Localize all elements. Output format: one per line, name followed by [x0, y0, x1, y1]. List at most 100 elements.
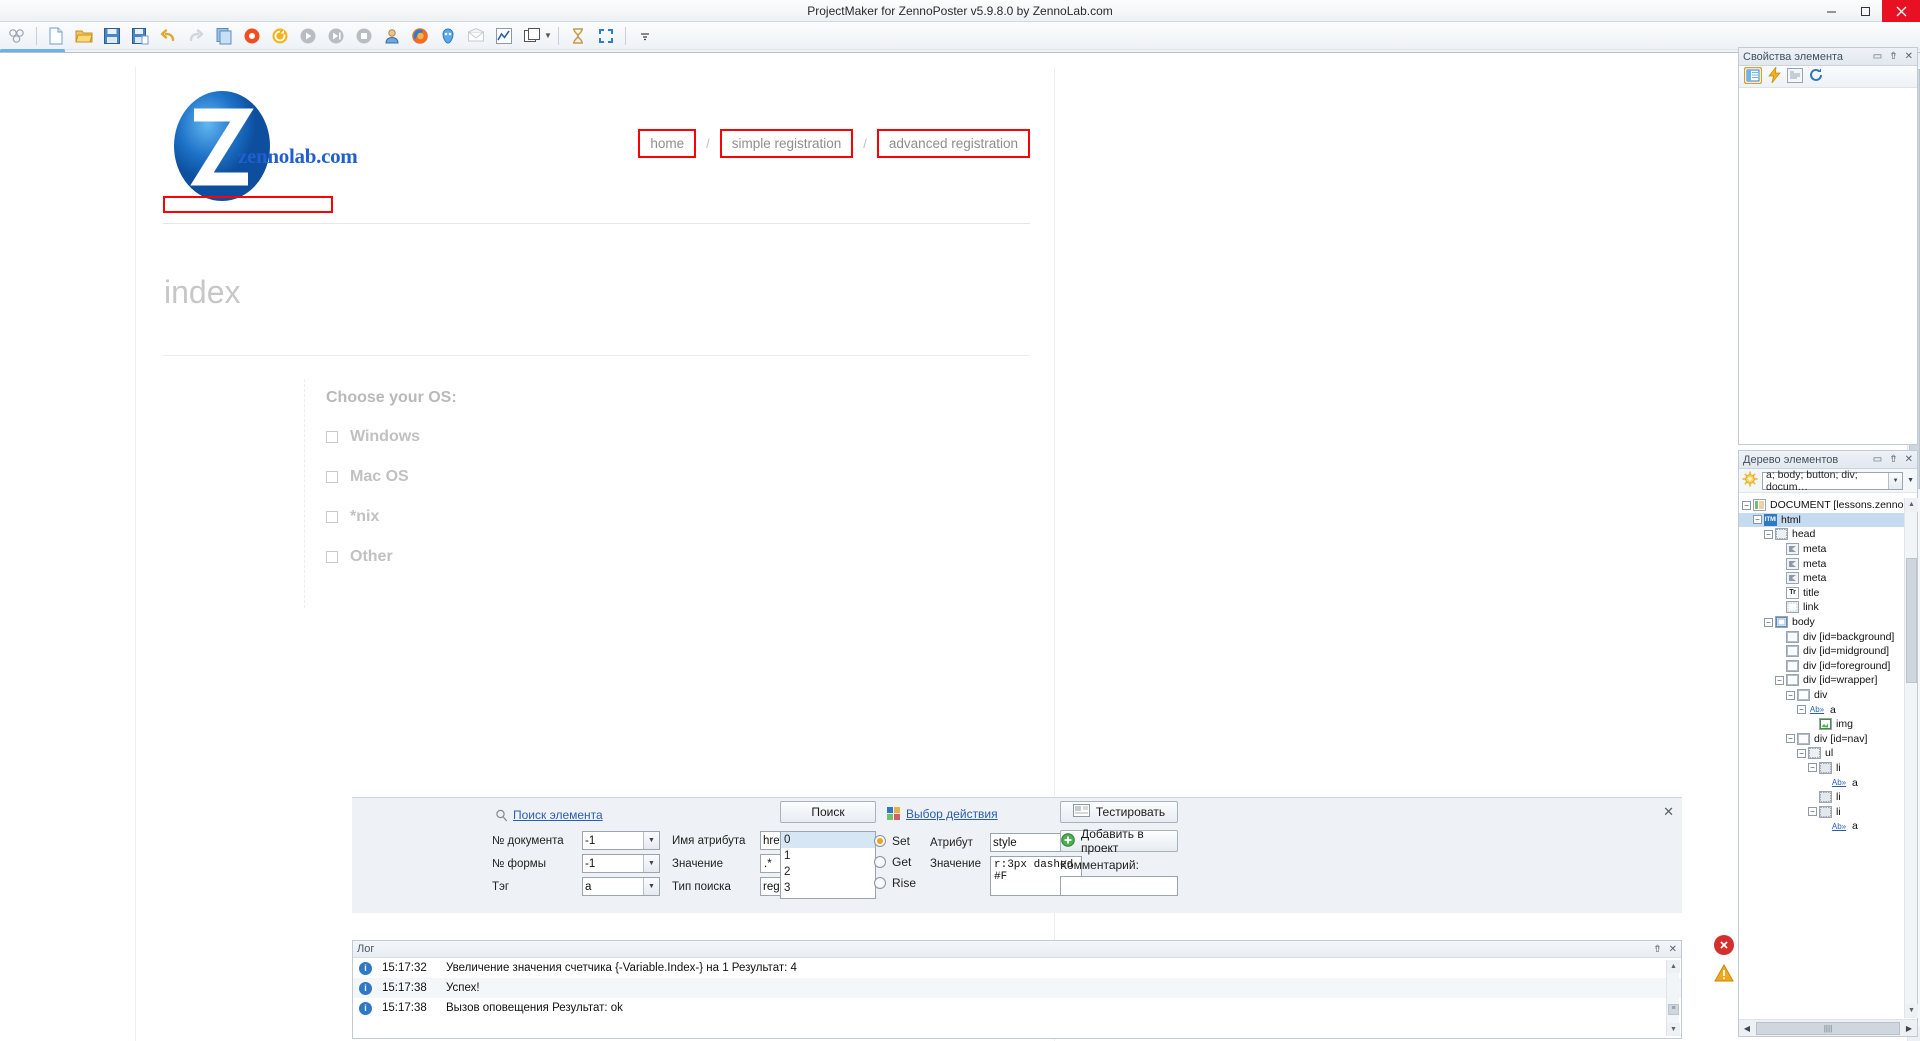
tree-expander-icon[interactable]: − [1764, 529, 1773, 539]
tree-node[interactable]: − div [1739, 688, 1917, 703]
tree-node[interactable]: − Ab» a [1739, 702, 1917, 717]
scroll-left-icon[interactable]: ◀ [1739, 1024, 1755, 1033]
nav-link-advanced-registration[interactable]: advanced registration [876, 129, 1030, 158]
nav-link-simple-registration[interactable]: simple registration [719, 129, 854, 158]
scroll-up-icon[interactable]: ▲ [1667, 960, 1680, 973]
redo-icon[interactable] [183, 24, 209, 48]
open-project-icon[interactable] [71, 24, 97, 48]
hourglass-icon[interactable] [565, 24, 591, 48]
chevron-down-icon[interactable]: ▼ [643, 855, 659, 872]
warning-badge[interactable] [1714, 963, 1734, 983]
tree-expander-icon[interactable]: − [1808, 763, 1817, 773]
zenno-logo-icon[interactable] [4, 24, 30, 48]
gear-icon[interactable] [1742, 471, 1758, 490]
os-option-other[interactable]: Other [326, 548, 457, 566]
firefox-icon[interactable] [407, 24, 433, 48]
restore-icon[interactable]: ▭ [1873, 454, 1882, 465]
element-tree-nodes[interactable]: −DOCUMENT [lessons.zennolab.com−HTMLhtml… [1739, 498, 1917, 1018]
checkbox-other[interactable] [326, 551, 338, 563]
restore-icon[interactable]: ▭ [1873, 51, 1882, 62]
mode-set[interactable]: Set [874, 834, 916, 848]
scroll-down-icon[interactable]: ▼ [1667, 1023, 1680, 1036]
tree-node[interactable]: Tr title [1739, 586, 1917, 601]
close-icon[interactable]: ✕ [1663, 804, 1674, 820]
mail-icon[interactable] [463, 24, 489, 48]
tree-expander-icon[interactable]: − [1786, 734, 1795, 744]
tree-node[interactable]: div [id=foreground] [1739, 659, 1917, 674]
scroll-thumb[interactable] [1906, 558, 1917, 683]
log-row[interactable]: i 15:17:32 Увеличение значения счетчика … [353, 958, 1681, 978]
pin-icon[interactable]: ⇮ [1889, 51, 1897, 62]
windows-icon[interactable] [519, 24, 545, 48]
play-icon[interactable] [295, 24, 321, 48]
pin-icon[interactable]: ⇮ [1653, 944, 1661, 955]
checkbox-windows[interactable] [326, 431, 338, 443]
restart-icon[interactable] [267, 24, 293, 48]
overflow-icon[interactable] [632, 24, 658, 48]
chevron-down-icon[interactable]: ▼ [1888, 472, 1903, 489]
log-vertical-scrollbar[interactable]: ▲ ▼ ≡ [1666, 960, 1680, 1036]
save-icon[interactable] [99, 24, 125, 48]
source-icon[interactable] [1787, 67, 1803, 86]
fullscreen-icon[interactable] [593, 24, 619, 48]
nav-link-home[interactable]: home [638, 129, 697, 158]
maximize-button[interactable] [1848, 0, 1882, 22]
tree-node[interactable]: img [1739, 717, 1917, 732]
tree-node[interactable]: Ab» a [1739, 819, 1917, 834]
scroll-thumb[interactable]: |||| [1756, 1021, 1900, 1035]
find-element-link[interactable]: Поиск элемента [495, 808, 603, 822]
scroll-thumb[interactable]: ≡ [1668, 1004, 1679, 1015]
comment-input[interactable] [1060, 876, 1178, 896]
tree-node[interactable]: − div [id=nav] [1739, 732, 1917, 747]
tree-node[interactable]: − div [id=wrapper] [1739, 673, 1917, 688]
copy-icon[interactable] [211, 24, 237, 48]
tree-expander-icon[interactable]: − [1797, 748, 1806, 758]
record-icon[interactable] [239, 24, 265, 48]
radio-get[interactable] [874, 856, 886, 868]
log-row[interactable]: i 15:17:38 Вызов оповещения Результат: o… [353, 998, 1681, 1018]
tree-node[interactable]: − DOCUMENT [lessons.zennolab.com [1739, 498, 1917, 513]
chevron-down-icon[interactable]: ▼ [643, 878, 659, 895]
tree-node[interactable]: div [id=midground] [1739, 644, 1917, 659]
refresh-icon[interactable] [1808, 67, 1824, 86]
chevron-down-icon[interactable]: ▼ [643, 832, 659, 849]
tree-node[interactable]: li [1739, 790, 1917, 805]
tree-node[interactable]: div [id=background] [1739, 629, 1917, 644]
tree-vertical-scrollbar[interactable]: ▲ ▼ [1904, 498, 1918, 1018]
os-option-macos[interactable]: Mac OS [326, 468, 457, 486]
tree-expander-icon[interactable]: − [1808, 807, 1817, 817]
tree-node[interactable]: link [1739, 600, 1917, 615]
tree-node[interactable]: − ul [1739, 746, 1917, 761]
mode-rise[interactable]: Rise [874, 876, 916, 890]
new-project-icon[interactable] [43, 24, 69, 48]
test-button[interactable]: Тестировать [1060, 801, 1178, 823]
close-button[interactable] [1882, 0, 1920, 22]
search-results-list[interactable]: 0 1 2 3 [780, 831, 876, 899]
checkbox-nix[interactable] [326, 511, 338, 523]
tree-node[interactable]: meta [1739, 556, 1917, 571]
doc-number-combo[interactable]: -1 ▼ [582, 831, 660, 850]
radio-rise[interactable] [874, 877, 886, 889]
tree-expander-icon[interactable]: − [1742, 500, 1751, 510]
result-item[interactable]: 3 [781, 880, 875, 896]
highlighted-empty-link[interactable] [163, 196, 333, 213]
result-item[interactable]: 1 [781, 848, 875, 864]
chart-icon[interactable] [491, 24, 517, 48]
stop-icon[interactable] [351, 24, 377, 48]
choose-action-link[interactable]: Выбор действия [887, 807, 998, 821]
tree-node[interactable]: − head [1739, 527, 1917, 542]
os-option-nix[interactable]: *nix [326, 508, 457, 526]
mode-get[interactable]: Get [874, 855, 916, 869]
lightning-icon[interactable] [1767, 65, 1782, 86]
minimize-button[interactable] [1814, 0, 1848, 22]
add-to-project-button[interactable]: Добавить в проект [1060, 827, 1178, 855]
captcha-icon[interactable] [435, 24, 461, 48]
properties-icon[interactable] [1743, 66, 1763, 87]
tree-expander-icon[interactable]: − [1753, 515, 1762, 525]
log-row[interactable]: i 15:17:38 Успех! [353, 978, 1681, 998]
filter-dropdown-icon[interactable]: ▼ [1907, 477, 1914, 484]
scroll-down-icon[interactable]: ▼ [1905, 1004, 1918, 1018]
tag-combo[interactable]: a ▼ [582, 877, 660, 896]
tree-expander-icon[interactable]: − [1764, 617, 1773, 627]
windows-dropdown-icon[interactable]: ▼ [544, 31, 552, 40]
